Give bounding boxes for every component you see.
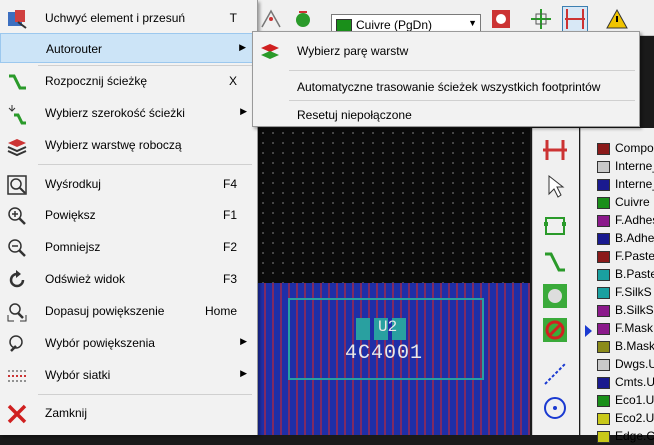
pad[interactable] [356, 318, 370, 340]
layer-row[interactable]: B.SilkS [581, 301, 654, 319]
menu-item-center[interactable]: Wyśrodkuj F4 [0, 169, 257, 199]
layer-color-swatch[interactable] [597, 269, 610, 281]
layers-icon [6, 135, 28, 157]
chevron-down-icon: ▼ [468, 18, 477, 28]
layer-color-swatch[interactable] [597, 179, 610, 191]
submenu-item-select-layer-pair[interactable]: Wybierz parę warstw [253, 36, 639, 66]
zoom-in-icon [6, 205, 28, 227]
layer-row[interactable]: B.Mask [581, 337, 654, 355]
ratsnest-icon[interactable] [258, 6, 284, 32]
menu-item-zoom-out[interactable]: Pomniejsz F2 [0, 232, 257, 262]
menu-separator [289, 70, 635, 71]
menu-item-zoom-in[interactable]: Powiększ F1 [0, 200, 257, 230]
zoom-fit-icon [6, 301, 28, 323]
menu-item-redraw[interactable]: Odśwież widok F3 [0, 264, 257, 294]
select-arrow-icon[interactable] [541, 172, 569, 200]
track-width-icon [6, 103, 28, 125]
layer-color-swatch[interactable] [597, 143, 610, 155]
keepout-zone-icon[interactable] [541, 316, 569, 344]
footprint-value: 4C4001 [345, 342, 424, 365]
menu-item-select-layer[interactable]: Wybierz warstwę roboczą [0, 130, 257, 160]
layer-row[interactable]: B.Adhes [581, 229, 654, 247]
menu-item-autorouter[interactable]: Autorouter ▶ [0, 33, 257, 63]
center-view-icon [6, 174, 28, 196]
layer-color-swatch[interactable] [597, 413, 610, 425]
menu-separator [38, 164, 252, 165]
menu-item-grab-move[interactable]: Uchwyć element i przesuń T [0, 3, 257, 33]
close-icon [6, 403, 28, 425]
layer-color-swatch[interactable] [597, 197, 610, 209]
layer-color-swatch[interactable] [597, 323, 610, 335]
layer-color-swatch[interactable] [597, 341, 610, 353]
layer-color-swatch[interactable] [597, 251, 610, 263]
drc-icon[interactable] [290, 6, 316, 32]
autorouter-submenu: Wybierz parę warstw Automatyczne trasowa… [252, 31, 640, 127]
menu-item-close[interactable]: Zamknij [0, 398, 257, 428]
submenu-arrow-icon: ▶ [240, 336, 247, 346]
layer-color-swatch[interactable] [597, 215, 610, 227]
layer-row[interactable]: Cmts.U [581, 373, 654, 391]
grab-move-icon [6, 8, 28, 30]
track-grid-icon[interactable] [562, 6, 588, 32]
layer-color-swatch[interactable] [597, 161, 610, 173]
zoom-out-icon [6, 237, 28, 259]
footprint-icon[interactable] [541, 212, 569, 240]
layers-manager: Compo Interne_ Interne_ Cuivre F.Adhes B… [580, 128, 654, 443]
submenu-arrow-icon: ▶ [240, 368, 247, 378]
grid-icon [6, 365, 28, 387]
menu-separator [38, 394, 252, 395]
layer-selector-value: Cuivre (PgDn) [356, 18, 433, 32]
warning-icon[interactable] [604, 6, 630, 32]
layer-row[interactable]: F.Paste [581, 247, 654, 265]
right-toolbar [532, 128, 579, 435]
via-icon[interactable] [488, 6, 514, 32]
zoom-select-icon [6, 333, 28, 355]
layer-color-swatch[interactable] [597, 233, 610, 245]
layer-color-swatch[interactable] [597, 287, 610, 299]
layer-row[interactable]: Interne_ [581, 157, 654, 175]
draw-circle-icon[interactable] [541, 394, 569, 422]
layer-row[interactable]: Compo [581, 139, 654, 157]
layer-row[interactable]: Interne_ [581, 175, 654, 193]
menu-item-zoom-select[interactable]: Wybór powiększenia ▶ [0, 328, 257, 358]
layer-row[interactable]: Dwgs.U [581, 355, 654, 373]
layer-row[interactable]: B.Paste [581, 265, 654, 283]
menu-item-start-track[interactable]: Rozpocznij ścieżkę X [0, 66, 257, 96]
layer-row[interactable]: F.Mask [581, 319, 654, 337]
layer-color-swatch[interactable] [597, 377, 610, 389]
submenu-arrow-icon: ▶ [240, 106, 247, 116]
layer-row[interactable]: Edge.Cu [581, 427, 654, 445]
layer-color-swatch[interactable] [597, 431, 610, 443]
layer-row[interactable]: Eco2.Us [581, 409, 654, 427]
menu-item-grid-select[interactable]: Wybór siatki ▶ [0, 360, 257, 390]
add-via-icon[interactable] [541, 282, 569, 310]
highlight-net-icon[interactable] [541, 136, 569, 164]
layer-color-swatch[interactable] [597, 395, 610, 407]
submenu-item-autoroute-all[interactable]: Automatyczne trasowanie ścieżek wszystki… [253, 72, 639, 102]
refresh-icon [6, 269, 28, 291]
route-track-icon[interactable] [541, 248, 569, 276]
footprint-reference: U2 [378, 318, 398, 336]
context-menu: Uchwyć element i przesuń T Autorouter ▶ … [0, 0, 258, 435]
layer-row[interactable]: F.Adhes [581, 211, 654, 229]
layer-color-swatch[interactable] [597, 359, 610, 371]
layer-row[interactable]: F.SilkS [581, 283, 654, 301]
layer-row[interactable]: Cuivre [581, 193, 654, 211]
menu-item-zoom-fit[interactable]: Dopasuj powiększenie Home [0, 296, 257, 326]
track-icon [6, 71, 28, 93]
layer-color-swatch[interactable] [597, 305, 610, 317]
layer-pair-icon [259, 41, 281, 63]
submenu-arrow-icon: ▶ [239, 42, 246, 52]
submenu-item-reset-unconnected[interactable]: Resetuj niepołączone [253, 100, 639, 130]
draw-line-icon[interactable] [541, 360, 569, 388]
grid-icon[interactable] [528, 6, 554, 32]
layer-row[interactable]: Eco1.Us [581, 391, 654, 409]
menu-item-track-width[interactable]: Wybierz szerokość ścieżki ▶ [0, 98, 257, 128]
